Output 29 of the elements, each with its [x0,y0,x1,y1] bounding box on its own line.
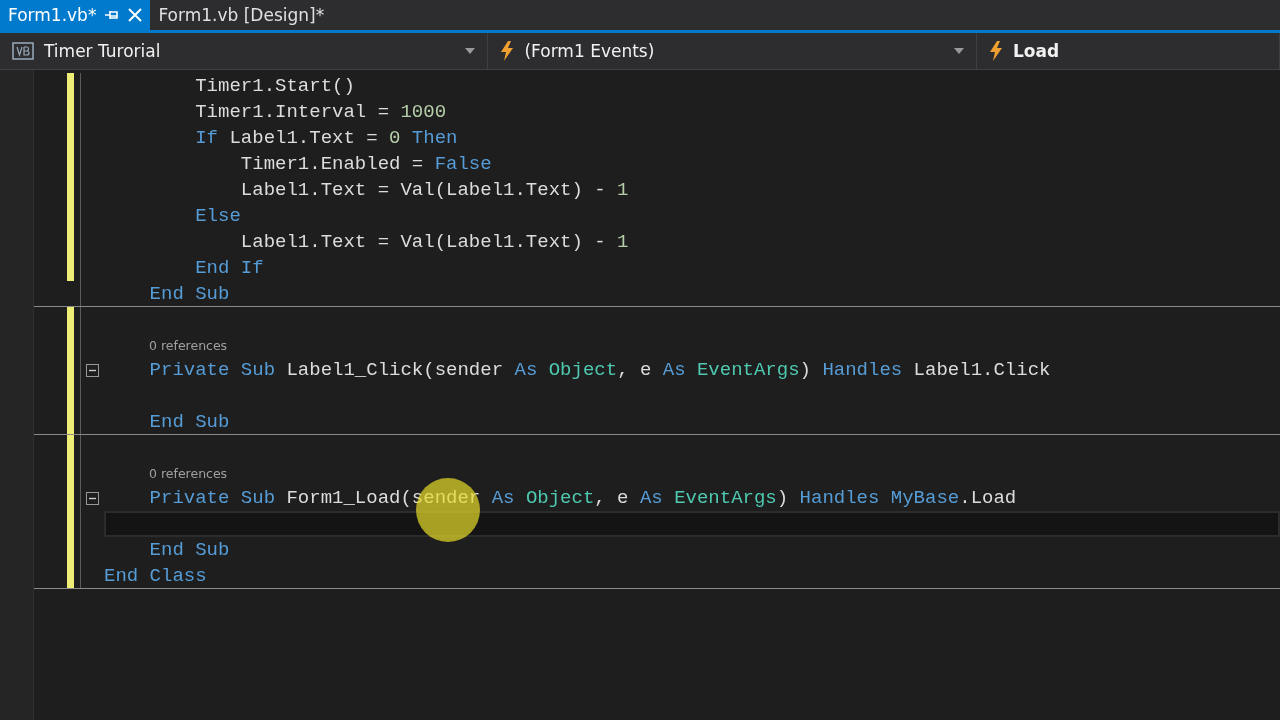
code-line: Label1.Text = Val(Label1.Text) - 1 [239,179,629,201]
navigation-dropdown[interactable]: (Form1 Events) [488,33,977,69]
code-line: Private Sub Label1_Click(sender As Object, e As EventArgs) Handles Label1.Click [148,359,1051,381]
code-line: End If [194,257,264,279]
navigation-dropdown[interactable]: Load [976,33,1280,69]
document-tab[interactable]: Form1.vb [Design]* [150,0,333,30]
code-line: Else [194,205,241,227]
reference-count[interactable]: 0 references [104,465,228,481]
navigation-dropdown[interactable]: Timer Turorial [0,33,489,69]
collapse-icon[interactable] [86,363,99,377]
document-tab[interactable]: Form1.vb* [0,0,151,30]
pin-icon[interactable] [104,9,121,21]
lightning-icon [988,41,1003,61]
code-line: Timer1.Enabled = False [239,153,492,175]
dropdown-caret-icon[interactable] [953,48,964,54]
close-icon[interactable] [128,8,143,22]
code-line: Timer1.Start() [194,75,355,97]
code-line: End Sub [148,282,230,305]
dropdown-caret-icon[interactable] [465,48,476,54]
lightning-icon [500,41,515,61]
code-line: End Class [104,564,207,587]
code-line: Label1.Text = Val(Label1.Text) - 1 [239,231,629,253]
reference-count[interactable]: 0 references [104,337,228,353]
collapse-icon[interactable] [86,491,99,505]
code-line: Timer1.Interval = 1000 [194,101,447,123]
code-line: If Label1.Text = 0 Then [194,127,458,149]
code-line: End Sub [148,539,230,561]
vb-project-icon [12,42,34,60]
code-line: End Sub [148,410,230,433]
